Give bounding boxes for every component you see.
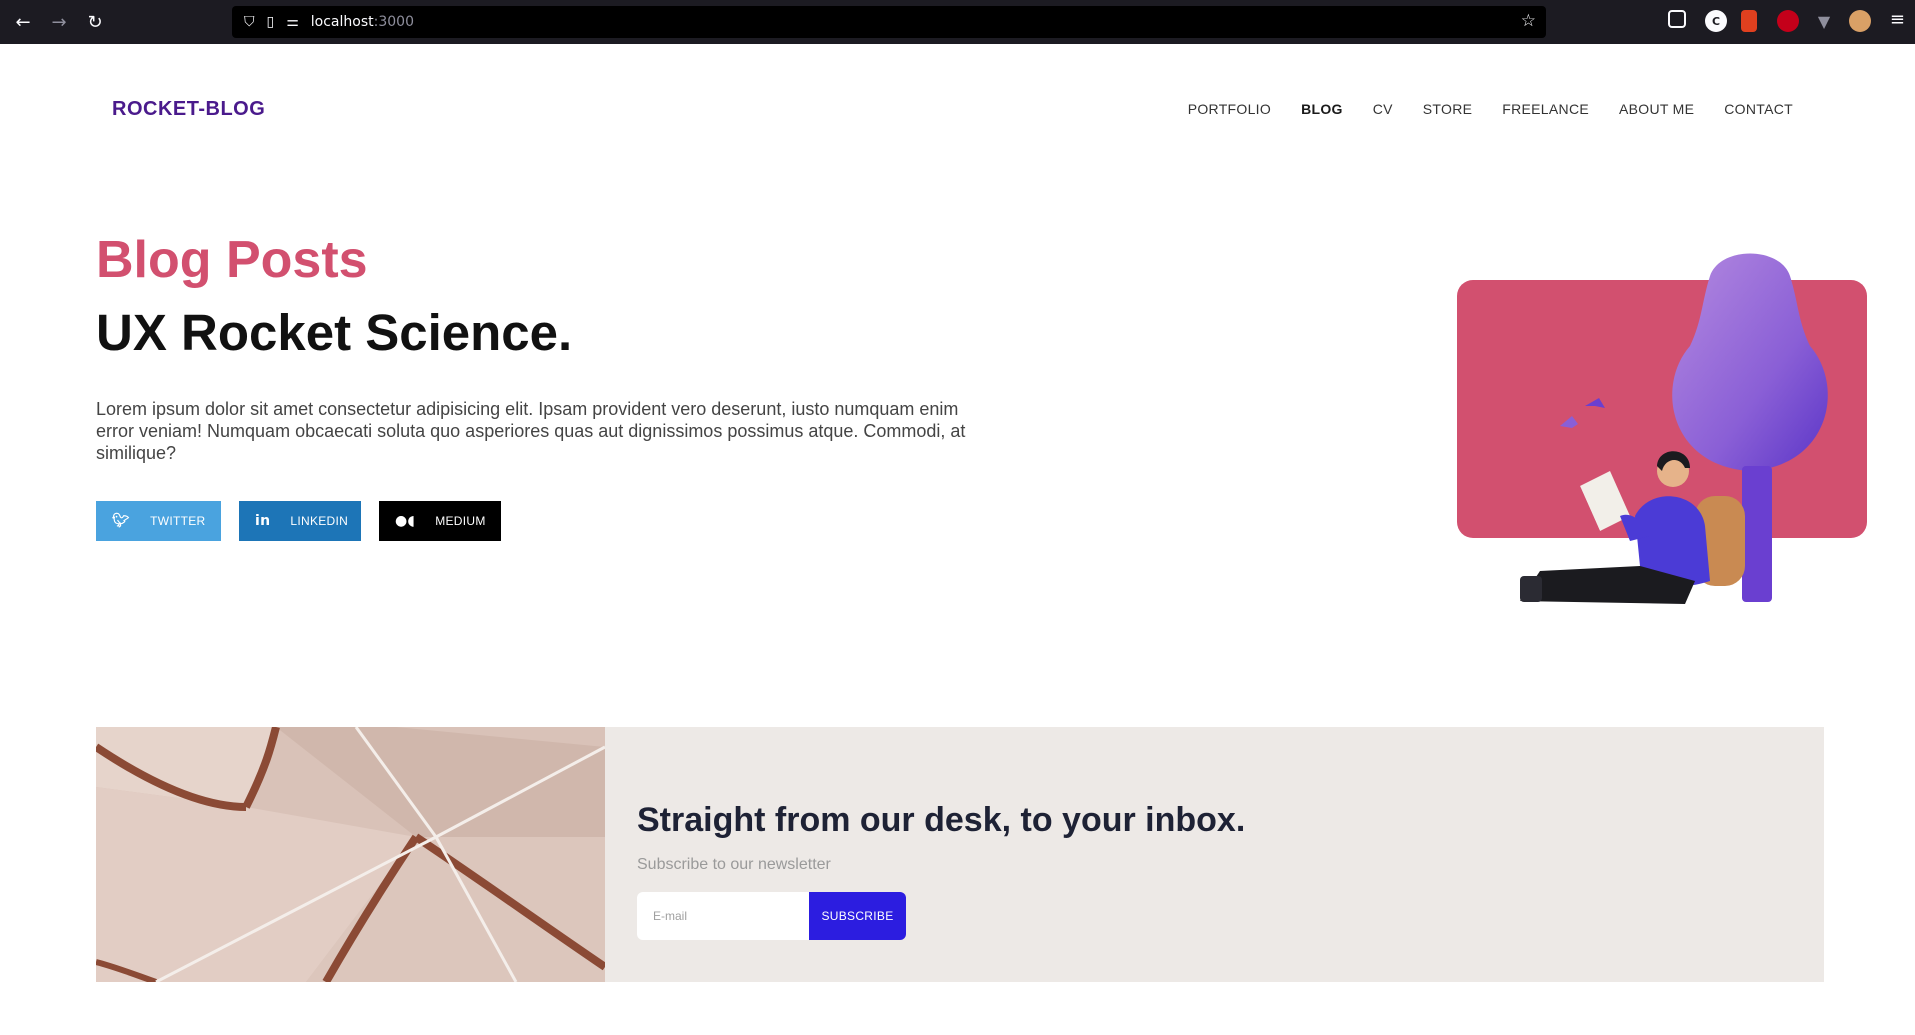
twitter-button[interactable]: 🐦︎ TWITTER: [96, 501, 221, 541]
medium-button[interactable]: ●◖ MEDIUM: [379, 501, 501, 541]
subscribe-button[interactable]: SUBSCRIBE: [809, 892, 906, 940]
reload-icon[interactable]: ↻: [77, 4, 113, 40]
nav-item-portfolio[interactable]: PORTFOLIO: [1188, 101, 1271, 117]
email-field[interactable]: [637, 892, 809, 940]
nav-item-store[interactable]: STORE: [1423, 101, 1472, 117]
shield-icon[interactable]: ⛉: [244, 14, 255, 30]
url-text[interactable]: localhost:3000: [311, 14, 414, 30]
avatar-extension-icon[interactable]: [1849, 10, 1871, 32]
newsletter-subtitle: Subscribe to our newsletter: [637, 856, 831, 873]
browser-toolbar: ← → ↻ ⛉ ▯ ⚌ localhost:3000 ☆ C ▼ ≡: [0, 0, 1915, 44]
site-logo[interactable]: ROCKET-BLOG: [112, 98, 265, 121]
main-nav: PORTFOLIO BLOG CV STORE FREELANCE ABOUT …: [1188, 101, 1793, 117]
nav-item-freelance[interactable]: FREELANCE: [1502, 101, 1589, 117]
nav-item-about-me[interactable]: ABOUT ME: [1619, 101, 1694, 117]
bookmark-star-icon[interactable]: ☆: [1521, 11, 1536, 31]
pocket-icon[interactable]: [1668, 10, 1686, 28]
linkedin-icon: in: [255, 513, 271, 529]
nav-item-contact[interactable]: CONTACT: [1724, 101, 1793, 117]
v-extension-icon[interactable]: ▼: [1813, 10, 1835, 32]
linkedin-button[interactable]: in LINKEDIN: [239, 501, 361, 541]
twitter-label: TWITTER: [150, 514, 206, 528]
newsletter-section: Straight from our desk, to your inbox. S…: [96, 727, 1824, 982]
red-extension-icon[interactable]: [1741, 10, 1757, 32]
permissions-icon[interactable]: ⚌: [286, 14, 299, 30]
envelopes-image: [96, 727, 605, 982]
forward-arrow-icon[interactable]: →: [41, 4, 77, 40]
twitter-icon: 🐦︎: [112, 513, 131, 529]
page-title: Blog Posts: [96, 231, 368, 289]
nav-item-blog[interactable]: BLOG: [1301, 101, 1343, 117]
medium-label: MEDIUM: [435, 514, 486, 528]
back-arrow-icon[interactable]: ←: [5, 4, 41, 40]
hero-description: Lorem ipsum dolor sit amet consectetur a…: [96, 399, 966, 463]
ublock-icon[interactable]: [1777, 10, 1799, 32]
linkedin-label: LINKEDIN: [290, 514, 349, 528]
hamburger-menu-icon[interactable]: ≡: [1890, 9, 1905, 30]
c-extension-icon[interactable]: C: [1705, 10, 1727, 32]
page-subtitle: UX Rocket Science.: [96, 304, 573, 361]
newsletter-title: Straight from our desk, to your inbox.: [637, 801, 1246, 839]
medium-icon: ●◖: [395, 513, 416, 529]
page-icon: ▯: [266, 14, 275, 30]
address-bar[interactable]: ⛉ ▯ ⚌ localhost:3000 ☆: [232, 6, 1546, 38]
nav-item-cv[interactable]: CV: [1373, 101, 1393, 117]
reading-person-illustration: [1520, 253, 1828, 604]
